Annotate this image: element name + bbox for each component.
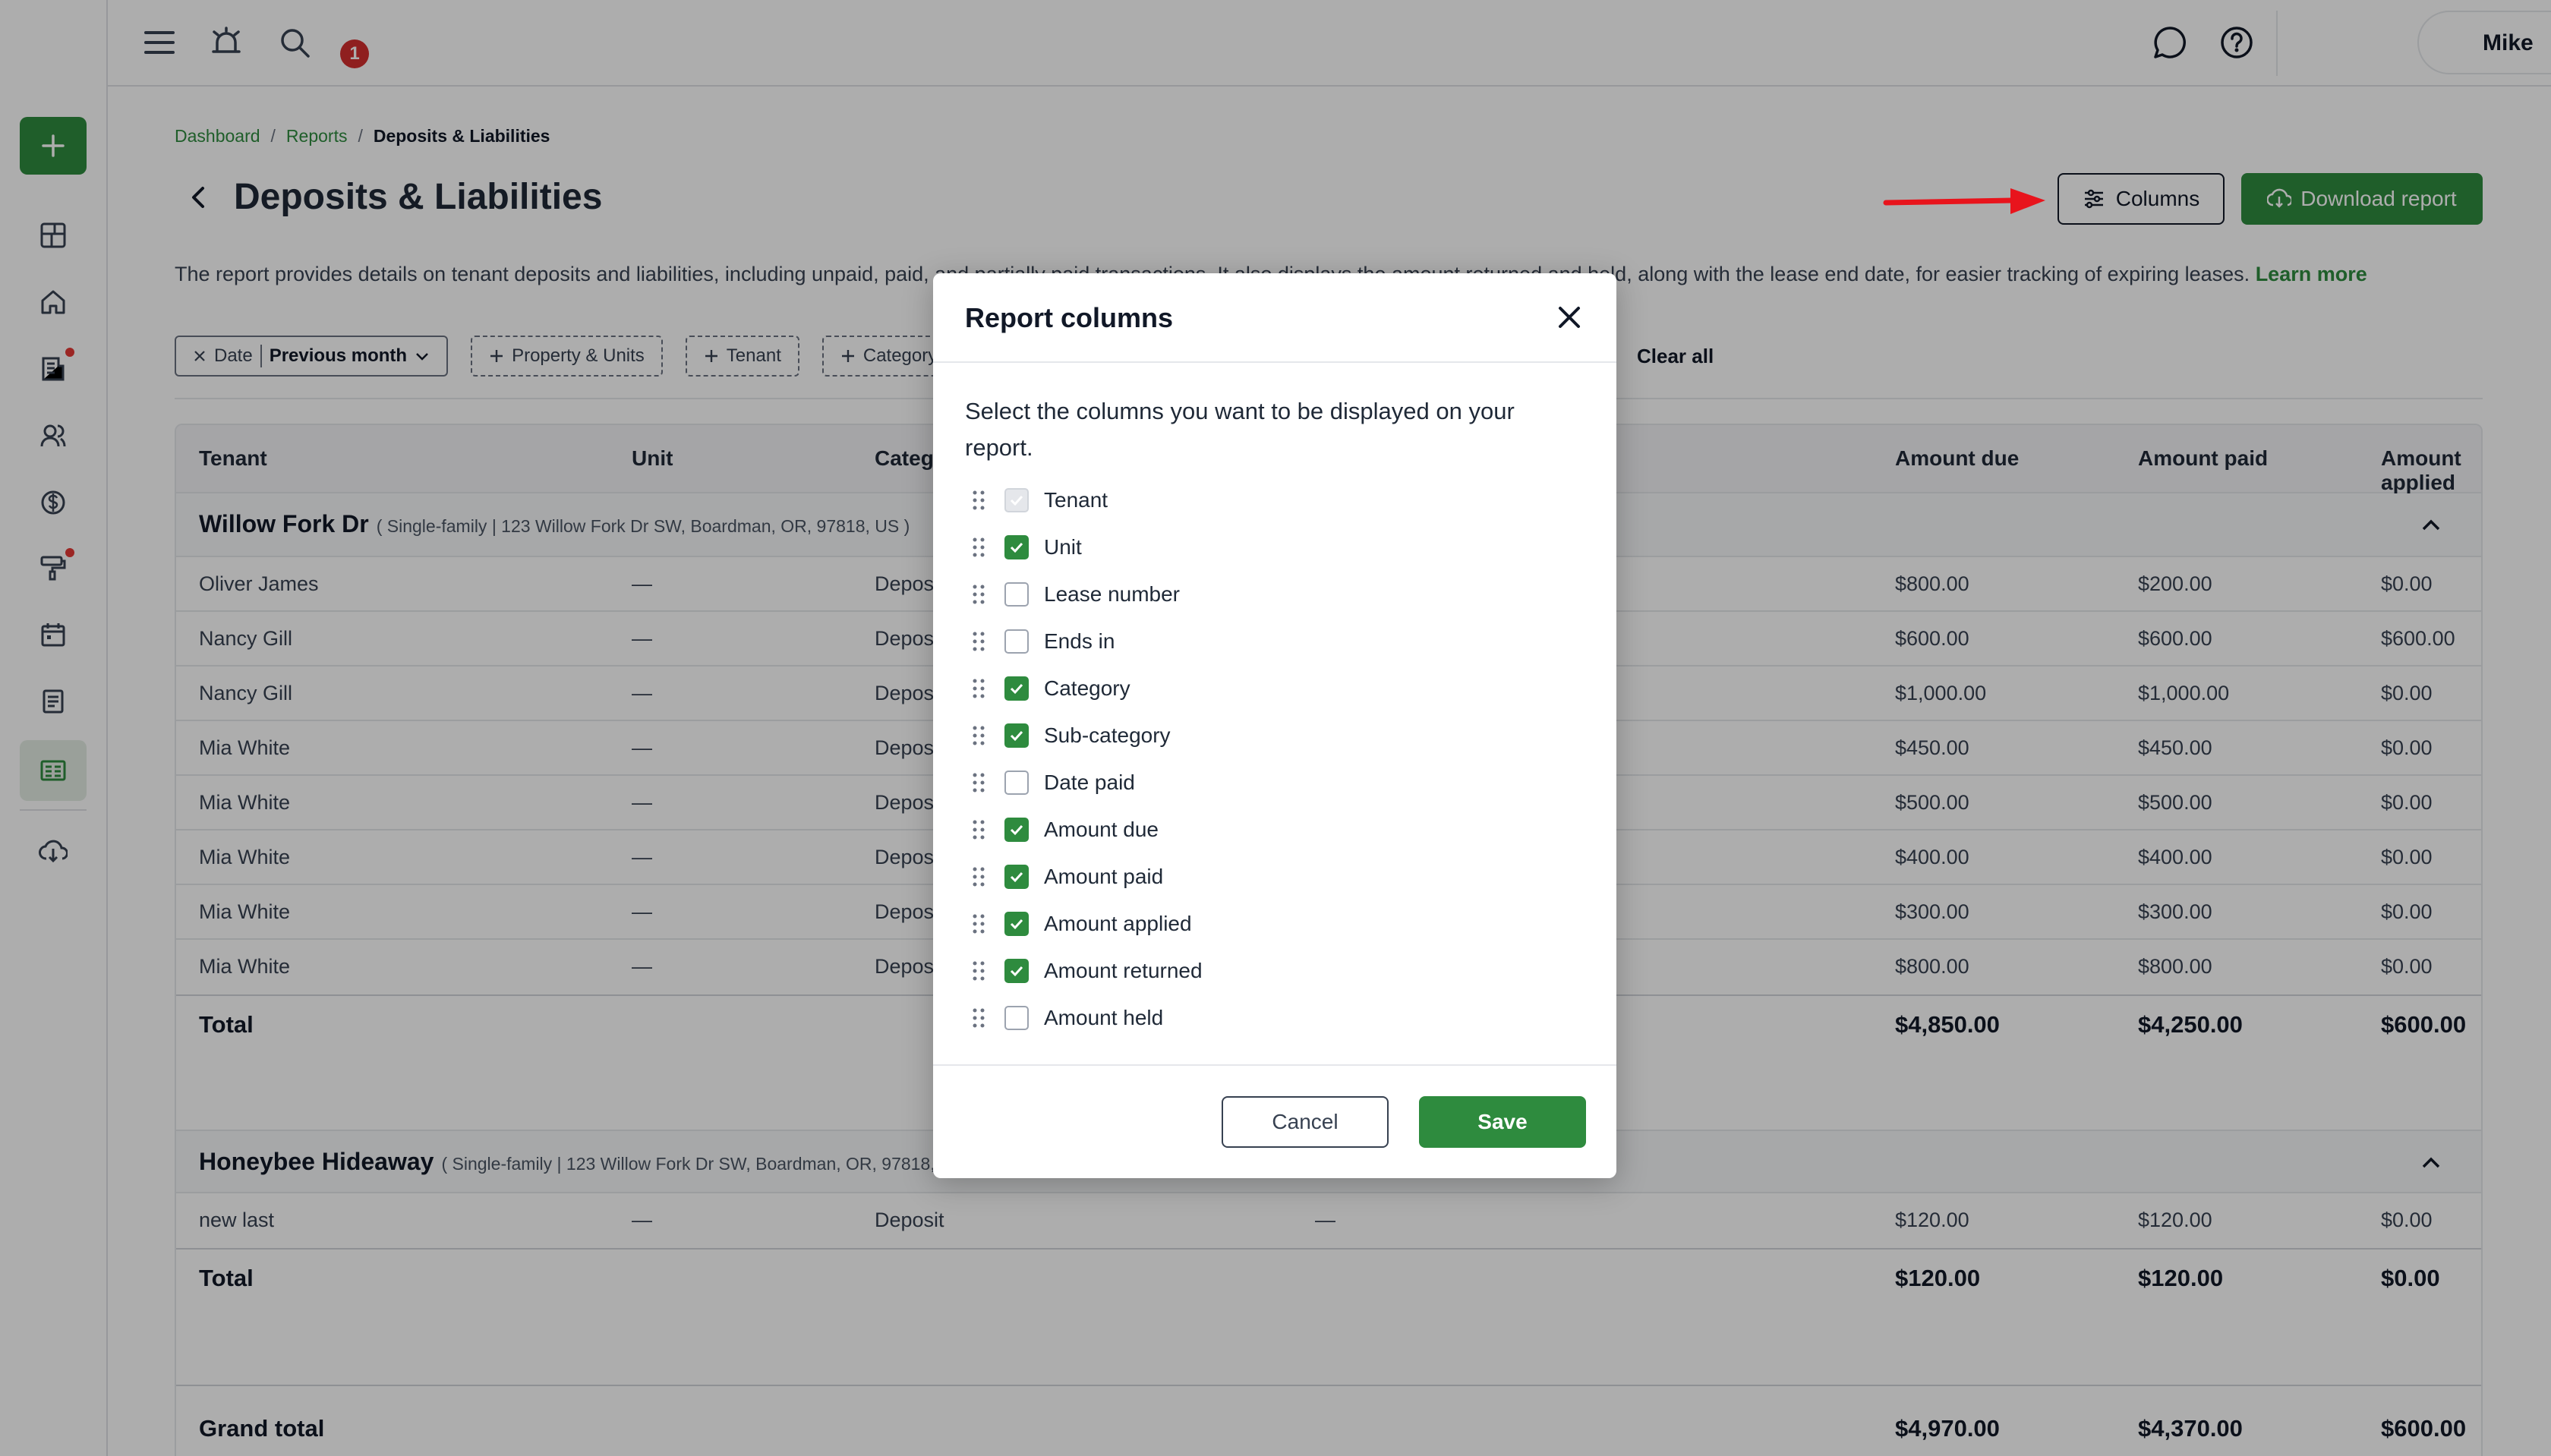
column-checkbox <box>1004 488 1029 512</box>
drag-handle-icon[interactable] <box>970 489 988 512</box>
modal-title: Report columns <box>965 302 1174 333</box>
drag-handle-icon[interactable] <box>970 818 988 841</box>
checkmark-icon <box>1010 824 1023 836</box>
drag-handle-icon[interactable] <box>970 630 988 653</box>
cancel-button[interactable]: Cancel <box>1222 1096 1389 1148</box>
column-option-label: Category <box>1044 676 1130 700</box>
column-checkbox[interactable] <box>1004 818 1029 842</box>
drag-handle-icon[interactable] <box>970 912 988 935</box>
report-columns-modal: Report columns Select the columns you wa… <box>933 273 1616 1178</box>
drag-handle-icon[interactable] <box>970 724 988 747</box>
column-option-amount-held[interactable]: Amount held <box>965 994 1572 1042</box>
column-option-label: Amount applied <box>1044 912 1192 935</box>
column-checkbox[interactable] <box>1004 535 1029 559</box>
modal-divider <box>933 361 1616 363</box>
column-option-amount-due[interactable]: Amount due <box>965 806 1572 853</box>
checkmark-icon <box>1010 495 1023 506</box>
column-option-unit[interactable]: Unit <box>965 524 1572 571</box>
column-checkbox[interactable] <box>1004 723 1029 748</box>
column-option-label: Amount returned <box>1044 959 1203 982</box>
modal-description: Select the columns you want to be displa… <box>965 398 1515 461</box>
checkmark-icon <box>1010 542 1023 553</box>
column-option-label: Amount paid <box>1044 865 1164 888</box>
modal-footer-divider <box>933 1064 1616 1066</box>
column-option-label: Tenant <box>1044 488 1108 512</box>
column-option-ends-in[interactable]: Ends in <box>965 618 1572 665</box>
column-option-label: Unit <box>1044 535 1082 559</box>
column-checkbox[interactable] <box>1004 912 1029 936</box>
column-checkbox[interactable] <box>1004 771 1029 795</box>
column-checkbox[interactable] <box>1004 629 1029 654</box>
column-option-label: Date paid <box>1044 771 1135 794</box>
column-option-date-paid[interactable]: Date paid <box>965 759 1572 806</box>
drag-handle-icon[interactable] <box>970 771 988 794</box>
close-icon[interactable] <box>1553 301 1586 334</box>
column-option-amount-returned[interactable]: Amount returned <box>965 947 1572 994</box>
checkmark-icon <box>1010 871 1023 883</box>
column-checkbox[interactable] <box>1004 1006 1029 1030</box>
drag-handle-icon[interactable] <box>970 677 988 700</box>
column-option-label: Sub-category <box>1044 723 1171 747</box>
column-option-sub-category[interactable]: Sub-category <box>965 712 1572 759</box>
column-checkbox[interactable] <box>1004 865 1029 889</box>
drag-handle-icon[interactable] <box>970 960 988 982</box>
column-checkbox[interactable] <box>1004 582 1029 607</box>
column-option-label: Ends in <box>1044 629 1115 653</box>
column-option-label: Lease number <box>1044 582 1181 606</box>
checkmark-icon <box>1010 966 1023 977</box>
column-option-lease-number[interactable]: Lease number <box>965 571 1572 618</box>
column-checkbox[interactable] <box>1004 959 1029 983</box>
drag-handle-icon[interactable] <box>970 865 988 888</box>
column-option-tenant[interactable]: Tenant <box>965 477 1572 524</box>
column-option-label: Amount due <box>1044 818 1159 841</box>
save-button[interactable]: Save <box>1419 1096 1586 1148</box>
checkmark-icon <box>1010 683 1023 695</box>
drag-handle-icon[interactable] <box>970 583 988 606</box>
column-checkbox[interactable] <box>1004 676 1029 701</box>
checkmark-icon <box>1010 730 1023 742</box>
column-option-amount-applied[interactable]: Amount applied <box>965 900 1572 947</box>
checkmark-icon <box>1010 919 1023 930</box>
column-option-label: Amount held <box>1044 1006 1164 1029</box>
annotation-arrow-icon <box>1883 188 2045 214</box>
drag-handle-icon[interactable] <box>970 536 988 559</box>
column-option-category[interactable]: Category <box>965 665 1572 712</box>
drag-handle-icon[interactable] <box>970 1007 988 1029</box>
column-option-amount-paid[interactable]: Amount paid <box>965 853 1572 900</box>
